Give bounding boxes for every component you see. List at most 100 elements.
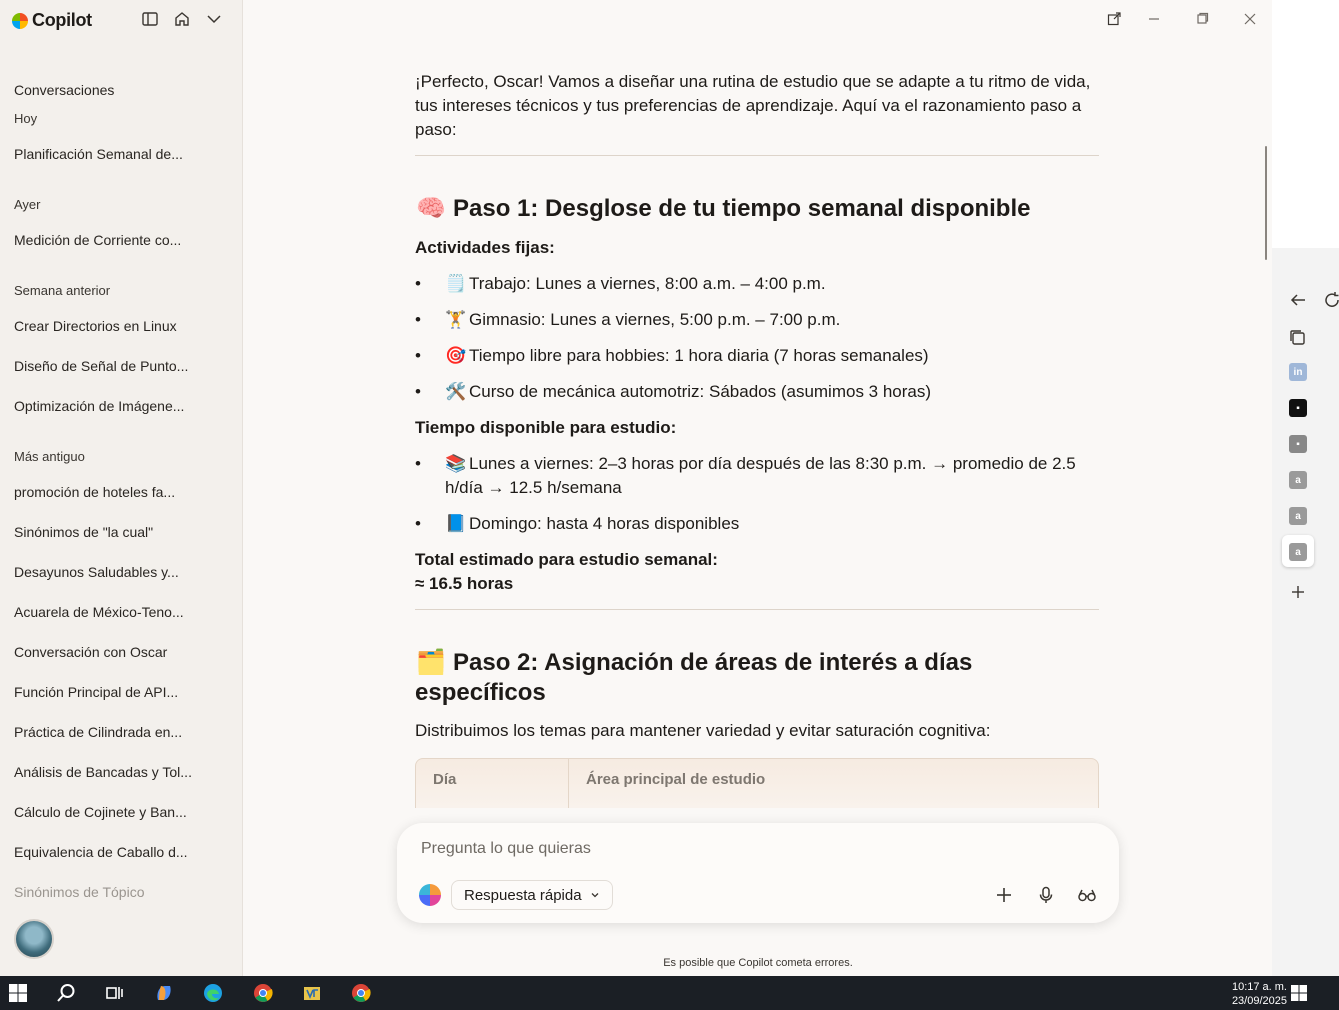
conversation-item[interactable]: Práctica de Cilindrada en...	[14, 724, 196, 740]
list-item-text: Trabajo: Lunes a viernes, 8:00 a.m. – 4:…	[469, 274, 826, 293]
tools-icon: 🛠️	[445, 382, 467, 401]
prompt-input[interactable]	[421, 837, 981, 861]
conversation-item[interactable]: Sinónimos de "la cual"	[14, 524, 196, 540]
total-label: Total estimado para estudio semanal:	[415, 550, 718, 569]
chevron-down-icon[interactable]	[204, 9, 224, 29]
scrollbar-thumb[interactable]	[1265, 146, 1267, 260]
edge-icon[interactable]	[199, 980, 227, 1006]
divider	[415, 609, 1099, 610]
conversation-item[interactable]: Equivalencia de Caballo d...	[14, 844, 196, 860]
chrome-icon[interactable]	[347, 980, 375, 1006]
folder-icon: 🗂️	[416, 649, 446, 676]
back-arrow-icon[interactable]	[1286, 288, 1310, 312]
chevron-down-icon	[591, 893, 599, 898]
list-item-text: Lunes a viernes: 2–3 horas por día despu…	[445, 454, 1076, 497]
group-label-today: Hoy	[14, 111, 38, 126]
copilot-taskbar-icon[interactable]	[150, 980, 178, 1006]
list-item: • 🏋️ Gimnasio: Lunes a viernes, 5:00 p.m. …	[415, 308, 1099, 332]
mode-label: Respuesta rápida	[464, 886, 582, 904]
windows-start-icon[interactable]	[4, 980, 32, 1006]
mode-selector[interactable]: Respuesta rápida	[451, 880, 613, 910]
step2-heading: 🗂️ Paso 2: Asignación de áreas de interés…	[415, 648, 1055, 708]
refresh-icon[interactable]	[1320, 288, 1339, 312]
add-icon[interactable]	[991, 882, 1017, 908]
disclaimer: Es posible que Copilot cometa errores.	[663, 957, 853, 969]
composer: Respuesta rápida	[397, 823, 1119, 923]
brain-icon: 🧠	[416, 195, 446, 222]
amazon-icon[interactable]: a	[1289, 507, 1307, 525]
toggle-sidebar-icon[interactable]	[140, 9, 160, 29]
list-item: • 📘 Domingo: hasta 4 horas disponibles	[415, 512, 1099, 536]
avatar[interactable]	[14, 919, 54, 959]
microphone-icon[interactable]	[1033, 882, 1059, 908]
fixed-activities-label: Actividades fijas:	[415, 238, 555, 257]
taskbar: 10:17 a. m. 23/09/2025	[0, 976, 1339, 1010]
app-tab-icon[interactable]: ▪	[1289, 435, 1307, 453]
list-item-text: Tiempo libre para hobbies: 1 hora diaria…	[469, 346, 929, 365]
group-label-older: Más antiguo	[14, 449, 85, 464]
step2-title: Paso 2: Asignación de áreas de interés a…	[415, 649, 973, 706]
table-column-divider	[568, 759, 569, 808]
total-value: ≈ 16.5 horas	[415, 574, 514, 593]
schedule-table: Día Área principal de estudio	[415, 758, 1099, 808]
conversation-item[interactable]: Conversación con Oscar	[14, 644, 196, 660]
table-header-day: Día	[433, 771, 457, 788]
copilot-icon	[419, 884, 441, 906]
message-intro: ¡Perfecto, Oscar! Vamos a diseñar una ru…	[415, 72, 1091, 139]
copilot-window: Copilot Conversaciones Hoy Planificación…	[0, 0, 1272, 976]
target-icon: 🎯	[445, 346, 467, 365]
clock-date: 23/09/2025	[1231, 995, 1287, 1007]
table-header-area: Área principal de estudio	[586, 771, 766, 788]
add-tab-icon[interactable]	[1286, 580, 1310, 604]
conversation-item[interactable]: Función Principal de API...	[14, 684, 196, 700]
conversation-item[interactable]: Crear Directorios en Linux	[14, 318, 196, 334]
maximize-icon[interactable]	[1191, 9, 1213, 29]
step2-description: Distribuimos los temas para mantener var…	[415, 721, 991, 740]
vision-glasses-icon[interactable]	[1074, 882, 1100, 908]
list-item: • 🛠️ Curso de mecánica automotriz: Sábados…	[415, 380, 1099, 404]
step1-title: Paso 1: Desglose de tu tiempo semanal di…	[453, 195, 1031, 222]
blue-book-icon: 📘	[445, 514, 467, 533]
tabs-icon[interactable]	[1286, 326, 1310, 350]
conversation-item[interactable]: Análisis de Bancadas y Tol...	[14, 764, 196, 780]
app-tab-icon[interactable]: ▪	[1289, 399, 1307, 417]
divider	[415, 155, 1099, 156]
copilot-logo[interactable]: Copilot	[12, 10, 92, 31]
conversations-heading: Conversaciones	[14, 82, 115, 98]
conversation-item[interactable]: Diseño de Señal de Punto...	[14, 358, 196, 374]
conversation-item[interactable]: Acuarela de México-Teno...	[14, 604, 196, 620]
system-clock[interactable]: 10:17 a. m. 23/09/2025	[1232, 980, 1287, 1008]
chrome-icon[interactable]	[249, 980, 277, 1006]
available-time-label: Tiempo disponible para estudio:	[415, 418, 677, 437]
list-item: • 🗒️ Trabajo: Lunes a viernes, 8:00 a.m. –…	[415, 272, 1099, 296]
task-view-icon[interactable]	[100, 980, 128, 1006]
conversation-item[interactable]: Optimización de Imágene...	[14, 398, 196, 414]
step1-heading: 🧠 Paso 1: Desglose de tu tiempo semanal d…	[415, 194, 1030, 224]
list-item: • 🎯 Tiempo libre para hobbies: 1 hora diar…	[415, 344, 1099, 368]
search-icon[interactable]	[52, 980, 80, 1006]
file-manager-icon[interactable]	[298, 980, 326, 1006]
conversation-item[interactable]: Cálculo de Cojinete y Ban...	[14, 804, 196, 820]
copilot-logo-icon	[12, 12, 28, 29]
windows-logo-icon[interactable]	[1285, 980, 1313, 1006]
home-icon[interactable]	[172, 9, 192, 29]
amazon-icon[interactable]: a	[1289, 543, 1307, 561]
weightlifter-icon: 🏋️	[445, 310, 467, 329]
conversation-item[interactable]: Planificación Semanal de...	[14, 146, 196, 162]
list-item: • 📚 Lunes a viernes: 2–3 horas por día des…	[415, 454, 1076, 497]
list-item-text: Domingo: hasta 4 horas disponibles	[469, 514, 740, 533]
linkedin-icon[interactable]: in	[1289, 363, 1307, 381]
conversation-item[interactable]: Medición de Corriente co...	[14, 232, 196, 248]
close-icon[interactable]	[1239, 9, 1261, 29]
minimize-icon[interactable]	[1143, 9, 1165, 29]
conversation-item[interactable]: Desayunos Saludables y...	[14, 564, 196, 580]
conversation-item[interactable]: Sinónimos de Tópico	[14, 884, 196, 900]
books-icon: 📚	[445, 454, 467, 473]
conversation-item[interactable]: promoción de hoteles fa...	[14, 484, 196, 500]
browser-sidebar	[1272, 248, 1339, 976]
amazon-icon[interactable]: a	[1289, 471, 1307, 489]
group-label-last-week: Semana anterior	[14, 283, 111, 298]
clipboard-icon: 🗒️	[445, 274, 467, 293]
open-external-icon[interactable]	[1103, 9, 1125, 29]
sidebar-header: Copilot	[0, 0, 242, 40]
